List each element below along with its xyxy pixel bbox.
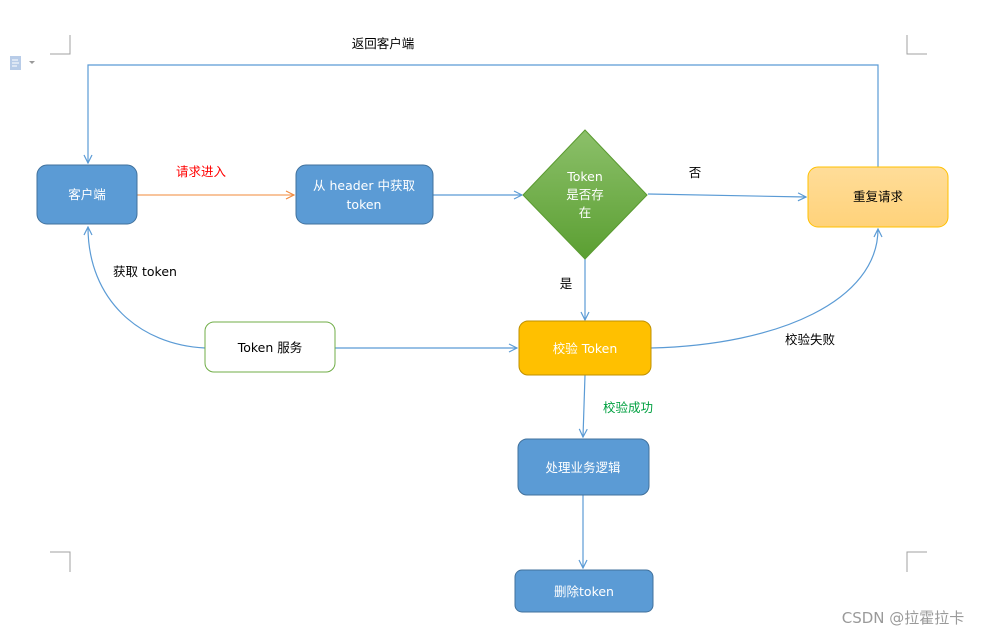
svg-text:在: 在 bbox=[579, 205, 592, 220]
svg-text:删除token: 删除token bbox=[554, 584, 614, 599]
node-get-header: 从 header 中获取 token bbox=[295, 164, 434, 225]
edge-get-token bbox=[88, 227, 206, 349]
label-no: 否 bbox=[689, 165, 702, 180]
document-icon[interactable] bbox=[10, 56, 35, 70]
edge-return-client bbox=[88, 64, 879, 167]
flowchart: 客户端 从 header 中获取 token Token 是否存 在 重复请求 … bbox=[10, 35, 965, 627]
node-client: 客户端 bbox=[36, 164, 138, 225]
svg-text:Token 服务: Token 服务 bbox=[237, 340, 303, 355]
label-return-client: 返回客户端 bbox=[352, 36, 415, 51]
node-business: 处理业务逻辑 bbox=[517, 438, 650, 496]
label-request-in: 请求进入 bbox=[176, 164, 227, 179]
label-get-token: 获取 token bbox=[113, 264, 177, 279]
svg-text:处理业务逻辑: 处理业务逻辑 bbox=[545, 460, 620, 475]
svg-text:客户端: 客户端 bbox=[68, 187, 106, 202]
edge-validate-fail bbox=[650, 229, 878, 349]
node-retry: 重复请求 bbox=[807, 166, 949, 228]
svg-text:Token: Token bbox=[566, 169, 603, 184]
svg-text:重复请求: 重复请求 bbox=[853, 189, 904, 204]
svg-text:从 header 中获取: 从 header 中获取 bbox=[313, 178, 415, 193]
label-validate-fail: 校验失败 bbox=[785, 332, 836, 347]
page-corner-marks bbox=[50, 35, 927, 572]
svg-text:是否存: 是否存 bbox=[566, 187, 604, 202]
label-yes: 是 bbox=[560, 276, 573, 291]
edge-no bbox=[647, 194, 806, 197]
node-token-service: Token 服务 bbox=[204, 321, 336, 373]
label-validate-success: 校验成功 bbox=[603, 400, 653, 415]
watermark: CSDN @拉霍拉卡 bbox=[842, 609, 965, 627]
svg-text:校验 Token: 校验 Token bbox=[553, 341, 618, 356]
svg-text:token: token bbox=[347, 197, 382, 212]
edge-validate-success bbox=[583, 374, 585, 437]
node-delete: 删除token bbox=[514, 569, 654, 613]
node-validate: 校验 Token bbox=[518, 320, 652, 376]
node-decision: Token 是否存 在 bbox=[522, 129, 648, 260]
